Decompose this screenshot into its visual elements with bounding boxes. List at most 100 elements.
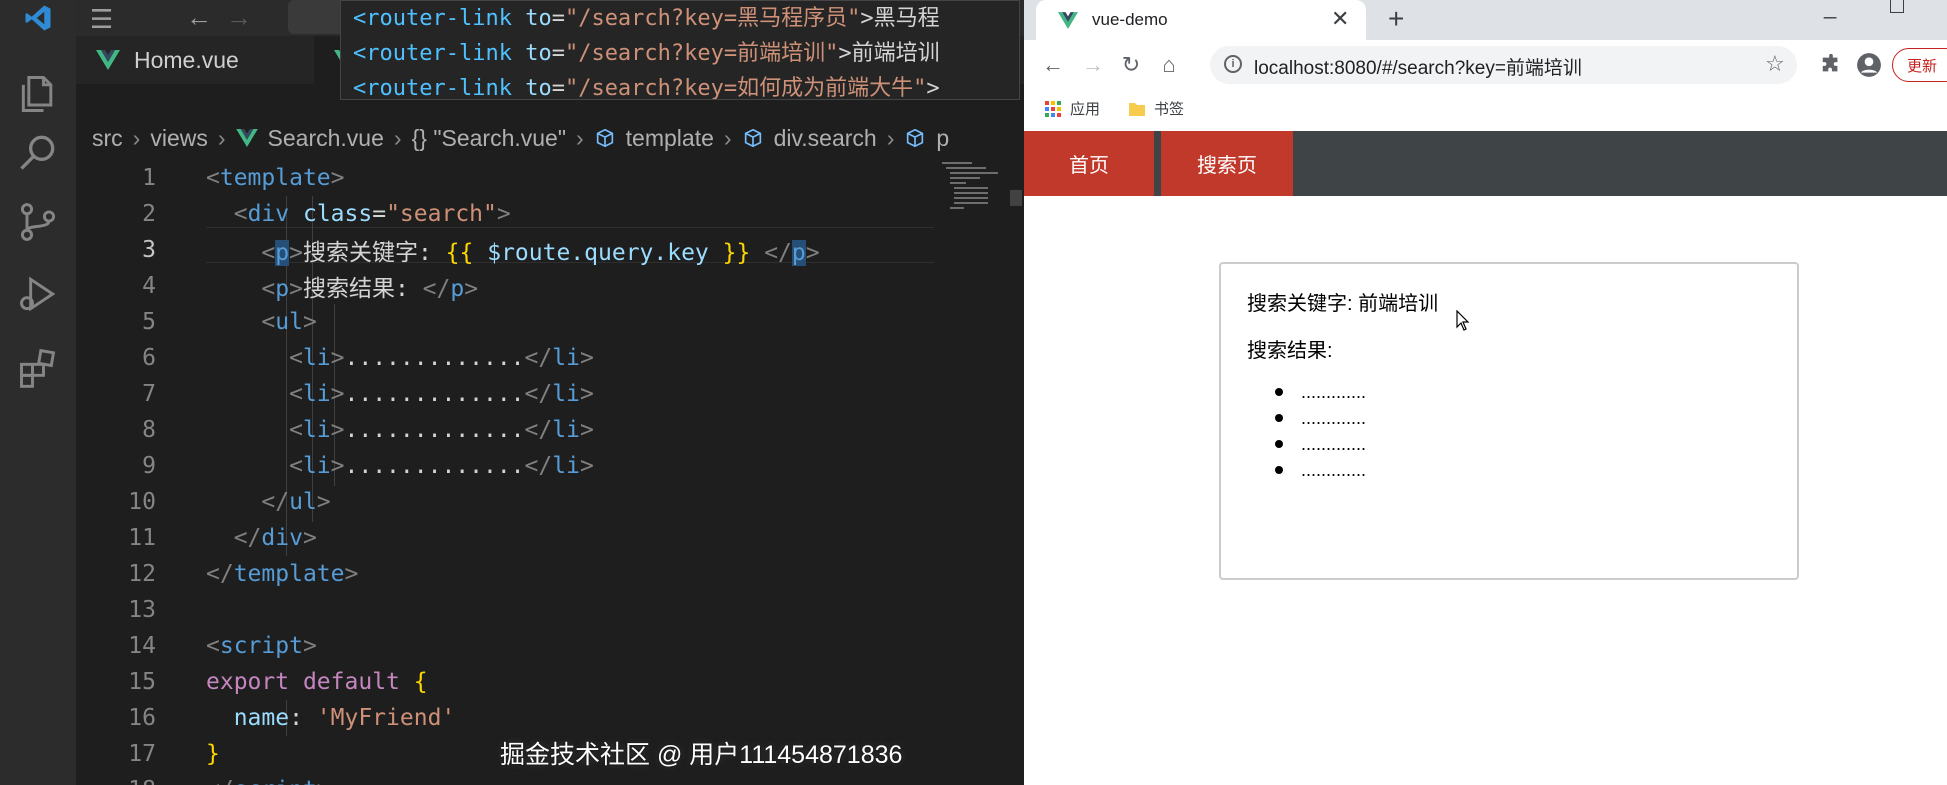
bookmark-folder[interactable]: 书签 — [1128, 98, 1184, 119]
chevron-right-icon: › — [217, 124, 226, 151]
popup-line: <router-link to="/search?key=黑马程序员">黑马程 — [353, 6, 940, 31]
home-icon[interactable]: ⌂ — [1156, 52, 1182, 78]
line-number: 14 — [128, 633, 156, 659]
activity-bar — [0, 0, 76, 785]
source-control-icon[interactable] — [0, 190, 76, 254]
chevron-right-icon: › — [576, 124, 584, 151]
code-line[interactable]: 10 </ul> — [76, 484, 1024, 520]
minimize-icon[interactable]: _ — [1824, 0, 1836, 20]
nav-home-link[interactable]: 首页 — [1024, 131, 1154, 196]
star-icon[interactable]: ☆ — [1765, 51, 1785, 77]
code-line[interactable]: 2 <div class="search"> — [76, 196, 1024, 232]
code-line[interactable]: 18</script> — [76, 772, 1024, 785]
code-line[interactable]: 1 <template> — [76, 160, 1024, 196]
line-number: 17 — [128, 741, 156, 767]
line-number: 4 — [142, 273, 156, 299]
bookmark-label: 书签 — [1154, 101, 1185, 118]
breadcrumb-item[interactable]: src — [92, 125, 123, 152]
update-button[interactable]: 更新 — [1892, 48, 1947, 82]
breadcrumb-item[interactable]: div.search — [774, 125, 877, 152]
cube-icon — [596, 128, 613, 148]
list-item: ............. — [1275, 382, 1366, 408]
back-arrow-icon[interactable]: ← — [1040, 52, 1066, 78]
line-number: 12 — [128, 561, 156, 587]
search-icon[interactable] — [0, 120, 76, 184]
line-number: 1 — [142, 165, 156, 191]
extensions-puzzle-icon[interactable] — [1820, 53, 1842, 75]
results-list: ............. ............. ............… — [1275, 382, 1366, 486]
reload-icon[interactable]: ↻ — [1118, 52, 1144, 78]
nav-search-link[interactable]: 搜索页 — [1161, 131, 1293, 196]
browser-toolbar: ← → ↻ ⌂ i localhost:8080/#/search?key=前端… — [1024, 40, 1947, 90]
line-number: 11 — [128, 525, 156, 551]
code-line[interactable]: 7 <li>.............</li> — [76, 376, 1024, 412]
code-line[interactable]: 8 <li>.............</li> — [76, 412, 1024, 448]
chevron-right-icon: › — [886, 124, 895, 151]
info-icon[interactable]: i — [1224, 55, 1242, 73]
keyword-value: 前端培训 — [1358, 293, 1439, 315]
cube-icon — [907, 128, 924, 148]
code-line[interactable]: 16 name: 'MyFriend' — [76, 700, 1024, 736]
line-number: 16 — [128, 705, 156, 731]
code-line[interactable]: 11 </div> — [76, 520, 1024, 556]
code-line[interactable]: 14 <script> — [76, 628, 1024, 664]
maximize-icon[interactable] — [1890, 0, 1904, 13]
folder-icon — [1129, 102, 1145, 116]
address-bar[interactable]: i localhost:8080/#/search?key=前端培训 ☆ — [1210, 46, 1797, 84]
breadcrumb-item[interactable]: p — [936, 125, 949, 152]
code-line[interactable]: 12 </template> — [76, 556, 1024, 592]
chevron-right-icon: › — [132, 124, 141, 151]
url-text: localhost:8080/#/search?key=前端培训 — [1254, 58, 1582, 79]
new-tab-icon[interactable]: + — [1388, 3, 1404, 35]
apps-grid-icon — [1045, 100, 1061, 117]
bookmarks-bar: 应用 书签 — [1024, 90, 1947, 126]
tab-home-vue[interactable]: Home.vue — [76, 36, 322, 84]
forward-arrow-icon[interactable]: → — [1080, 52, 1106, 78]
list-item: ............. — [1275, 460, 1366, 486]
line-number: 8 — [142, 417, 156, 443]
code-line[interactable]: 13 — [76, 592, 1024, 628]
bookmark-apps[interactable]: 应用 — [1044, 98, 1100, 119]
chevron-right-icon: › — [393, 124, 402, 151]
browser-tab[interactable]: vue-demo ✕ — [1036, 0, 1366, 40]
watermark: 掘金技术社区 @ 用户111454871836 — [500, 741, 903, 769]
browser-window: vue-demo ✕ + _ ← → ↻ ⌂ i localhost:8080/… — [1024, 0, 1947, 785]
mouse-pointer-icon — [1456, 310, 1470, 331]
line-number: 3 — [142, 237, 156, 263]
cube-icon — [744, 128, 761, 148]
popup-line: <router-link to="/search?key=前端培训">前端培训 — [353, 41, 940, 66]
breadcrumb-item[interactable]: Search.vue — [268, 125, 384, 152]
code-line[interactable]: 3 <p>搜索关键字: {{ $route.query.key }} </p> — [76, 232, 1024, 268]
breadcrumb-item[interactable]: {} "Search.vue" — [412, 125, 566, 152]
line-number: 18 — [76, 777, 206, 785]
browser-tab-title: vue-demo — [1092, 10, 1168, 29]
code-line[interactable]: 5 <ul> — [76, 304, 1024, 340]
list-item: ............. — [1275, 408, 1366, 434]
keyword-label: 搜索关键字: — [1247, 293, 1353, 315]
code-line[interactable]: 4 <p>搜索结果: </p> — [76, 268, 1024, 304]
web-page: 首页 搜索页 搜索关键字: 前端培训 搜索结果: ............. .… — [1024, 131, 1947, 785]
profile-avatar-icon[interactable] — [1856, 52, 1882, 78]
code-line[interactable]: 6 <li>.............</li> — [76, 340, 1024, 376]
breadcrumb-item[interactable]: views — [150, 125, 208, 152]
line-number: 15 — [128, 669, 156, 695]
vscode-logo-icon — [0, 0, 76, 36]
code-line[interactable]: 9 <li>.............</li> — [76, 448, 1024, 484]
back-arrow-icon[interactable]: ← — [186, 2, 212, 33]
line-number: 6 — [142, 345, 156, 371]
breadcrumb: src › views › Search.vue › {} "Search.vu… — [76, 118, 1024, 158]
breadcrumb-item[interactable]: template — [626, 125, 714, 152]
explorer-icon[interactable] — [0, 62, 76, 126]
code-editor[interactable]: 1 <template> 2 <div class="search"> 3 <p>… — [76, 160, 1024, 785]
run-debug-icon[interactable] — [0, 262, 76, 326]
forward-arrow-icon[interactable]: → — [226, 2, 252, 33]
vue-favicon-icon — [1058, 12, 1078, 29]
code-line[interactable]: 15 export default { — [76, 664, 1024, 700]
menu-icon[interactable]: ☰ — [90, 4, 113, 35]
hover-popup: <router-link to="/search?key=黑马程序员">黑马程 … — [340, 0, 1020, 100]
chevron-right-icon: › — [723, 124, 732, 151]
line-number: 2 — [142, 201, 156, 227]
line-number: 7 — [142, 381, 156, 407]
extensions-icon[interactable] — [0, 336, 76, 400]
close-icon[interactable]: ✕ — [1331, 6, 1349, 32]
